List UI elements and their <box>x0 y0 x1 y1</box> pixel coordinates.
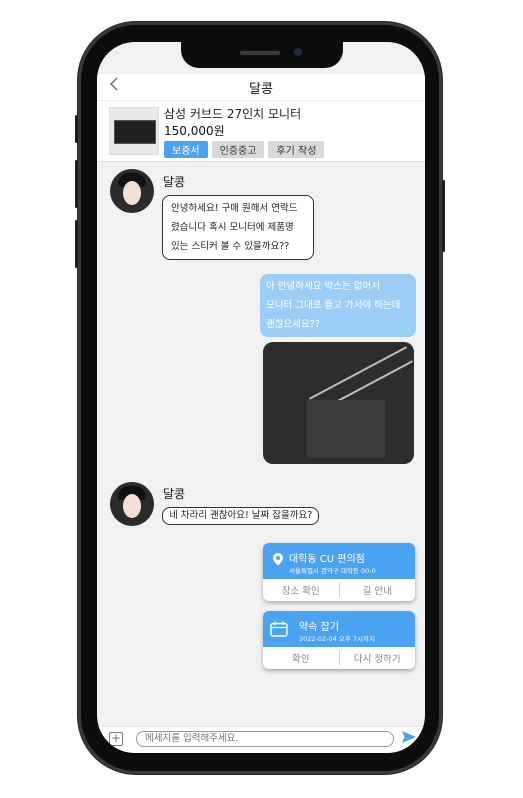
calendar-icon <box>270 621 288 637</box>
location-address: 서울특별시 관악구 대학동 00-0 <box>289 567 376 575</box>
incoming-message: 네 차라리 괜찮아요! 날짜 잡을까요? <box>162 507 320 525</box>
directions-button[interactable]: 길 안내 <box>340 583 416 597</box>
appointment-title: 약속 잡기 <box>299 622 339 633</box>
power-button <box>442 180 445 252</box>
message-input[interactable] <box>136 731 394 747</box>
chat-title: 달콩 <box>249 82 273 97</box>
product-thumbnail <box>109 107 159 155</box>
tag-write-review[interactable]: 후기 작성 <box>268 141 325 158</box>
sender-name: 달콩 <box>163 487 186 501</box>
tag-warranty[interactable]: 보증서 <box>164 141 208 158</box>
confirm-button[interactable]: 확인 <box>263 651 339 665</box>
outgoing-message: 아 안녕하세요 박스는 없어서 모니터 그대로 들고 가서야 하는데 괜찮으세요… <box>260 274 416 337</box>
front-camera <box>294 48 302 56</box>
product-name: 삼성 커브드 27인치 모니터 <box>164 107 302 121</box>
product-tags: 보증서 인증중고 후기 작성 <box>164 141 325 158</box>
notch <box>181 42 343 68</box>
incoming-message: 안녕하세요! 구매 원해서 연락드 렸습니다 혹시 모니터에 제품명 있는 스티… <box>162 195 314 260</box>
mute-switch <box>75 115 78 143</box>
send-icon[interactable] <box>402 731 416 743</box>
map-pin-icon <box>273 553 283 566</box>
avatar[interactable] <box>110 482 154 526</box>
volume-down-button <box>75 220 78 268</box>
location-card: 대학동 CU 편의점 서울특별시 관악구 대학동 00-0 장소 확인 길 안내 <box>263 543 415 601</box>
speaker <box>240 51 280 55</box>
tag-certified-used[interactable]: 인증중고 <box>211 141 265 158</box>
product-price: 150,000원 <box>164 124 225 138</box>
check-location-button[interactable]: 장소 확인 <box>263 583 339 597</box>
volume-up-button <box>75 160 78 208</box>
sender-name: 달콩 <box>163 175 186 189</box>
plus-square-icon[interactable]: + <box>109 732 123 746</box>
chat-header: 달콩 <box>97 74 425 100</box>
reschedule-button[interactable]: 다시 정하기 <box>340 651 416 665</box>
avatar[interactable] <box>110 169 154 213</box>
sent-photo[interactable] <box>263 342 414 464</box>
message-input-bar: + <box>97 726 425 753</box>
product-summary[interactable]: 삼성 커브드 27인치 모니터 150,000원 보증서 인증중고 후기 작성 <box>97 100 425 162</box>
appointment-card: 약속 잡기 2022-02-04 오후 7시까지 확인 다시 정하기 <box>263 611 415 669</box>
appointment-datetime: 2022-02-04 오후 7시까지 <box>299 635 375 643</box>
location-title: 대학동 CU 편의점 <box>289 554 365 565</box>
app-screen: 달콩 삼성 커브드 27인치 모니터 150,000원 보증서 인증중고 후기 … <box>97 42 425 753</box>
